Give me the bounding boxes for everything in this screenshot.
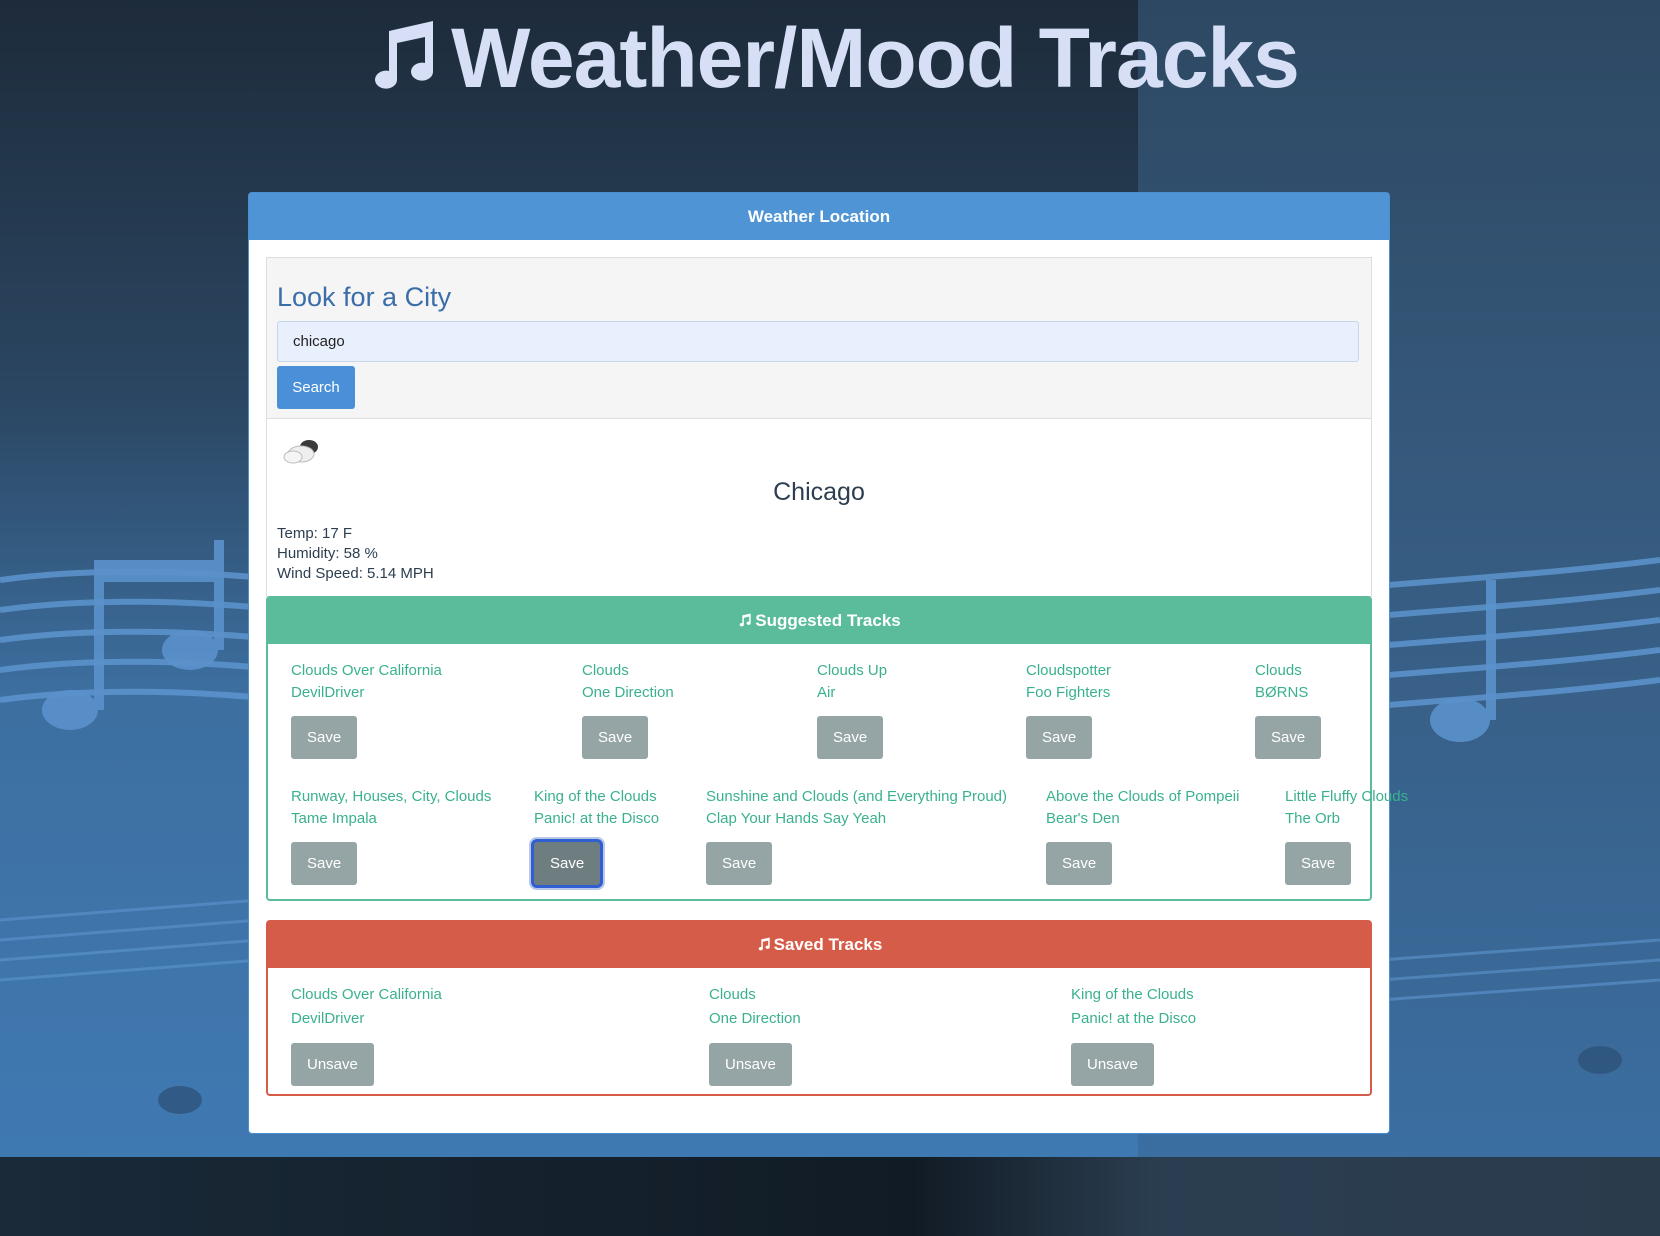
save-button[interactable]: Save xyxy=(1026,716,1093,759)
track-title: Sunshine and Clouds (and Everything Prou… xyxy=(706,788,1008,805)
weather-city-name: Chicago xyxy=(773,478,865,506)
weather-display: Chicago Temp: 17 F Humidity: 58 % Wind S… xyxy=(266,418,1372,597)
unsave-button[interactable]: Unsave xyxy=(291,1043,374,1086)
track-artist: One Direction xyxy=(709,1010,801,1027)
track-title: King of the Clouds xyxy=(1071,986,1194,1003)
weather-location-card: Weather Location Look for a City Search … xyxy=(248,192,1408,1134)
suggested-track: Clouds Over California DevilDriver Save xyxy=(291,660,442,759)
track-artist: Clap Your Hands Say Yeah xyxy=(706,810,887,827)
weather-location-header: Weather Location xyxy=(249,193,1389,240)
track-artist: Panic! at the Disco xyxy=(534,810,660,827)
track-title: Clouds xyxy=(1255,662,1302,679)
saved-tracks-header: Saved Tracks xyxy=(268,922,1370,968)
track-artist: Foo Fighters xyxy=(1026,684,1111,701)
track-title: Clouds Up xyxy=(817,662,888,679)
track-artist: BØRNS xyxy=(1255,684,1309,701)
track-title: Clouds Over California xyxy=(291,986,442,1003)
unsave-button[interactable]: Unsave xyxy=(1071,1043,1154,1086)
track-artist: Panic! at the Disco xyxy=(1071,1010,1197,1027)
weather-wind-speed: Wind Speed: 5.14 MPH xyxy=(277,565,434,582)
cloudy-icon xyxy=(281,436,325,471)
search-title: Look for a City xyxy=(277,282,452,312)
track-artist: DevilDriver xyxy=(291,1010,365,1027)
save-button[interactable]: Save xyxy=(1285,842,1352,885)
suggested-track: Runway, Houses, City, Clouds Tame Impala… xyxy=(291,786,491,885)
track-artist: Air xyxy=(817,684,836,701)
save-button[interactable]: Save xyxy=(534,842,601,885)
track-title: Clouds Over California xyxy=(291,662,442,679)
saved-tracks-title: Saved Tracks xyxy=(773,935,883,954)
suggested-track: Sunshine and Clouds (and Everything Prou… xyxy=(706,786,1007,885)
suggested-track: Little Fluffy Clouds The Orb Save xyxy=(1285,786,1408,885)
suggested-tracks-panel: Suggested Tracks Clouds Over California … xyxy=(266,596,1408,901)
save-button[interactable]: Save xyxy=(817,716,884,759)
saved-track: Clouds Over California DevilDriver Unsav… xyxy=(291,983,442,1086)
weather-stats: Temp: 17 F Humidity: 58 % Wind Speed: 5.… xyxy=(277,524,434,584)
track-title: Little Fluffy Clouds xyxy=(1285,788,1409,805)
app-title-text: Weather/Mood Tracks xyxy=(451,11,1300,105)
saved-track: King of the Clouds Panic! at the Disco U… xyxy=(1071,983,1196,1086)
search-button[interactable]: Search xyxy=(277,366,355,409)
save-button[interactable]: Save xyxy=(706,842,773,885)
track-title: Cloudspotter xyxy=(1026,662,1112,679)
track-title: Runway, Houses, City, Clouds xyxy=(291,788,492,805)
track-artist: DevilDriver xyxy=(291,684,365,701)
suggested-tracks-title: Suggested Tracks xyxy=(755,611,901,630)
suggested-track: Cloudspotter Foo Fighters Save xyxy=(1026,660,1111,759)
saved-tracks-panel: Saved Tracks Clouds Over California Devi… xyxy=(266,920,1372,1096)
save-button[interactable]: Save xyxy=(1046,842,1113,885)
saved-track: Clouds One Direction Unsave xyxy=(709,983,801,1086)
music-note-icon xyxy=(361,13,445,117)
suggested-track: King of the Clouds Panic! at the Disco S… xyxy=(534,786,659,885)
track-artist: The Orb xyxy=(1285,810,1341,827)
weather-temp: Temp: 17 F xyxy=(277,525,353,542)
suggested-track: Clouds Up Air Save xyxy=(817,660,887,759)
unsave-button[interactable]: Unsave xyxy=(709,1043,792,1086)
track-title: Clouds xyxy=(709,986,756,1003)
search-section: Look for a City Search xyxy=(266,257,1372,419)
track-artist: Bear's Den xyxy=(1046,810,1120,827)
background-bottom xyxy=(0,1157,1660,1236)
music-note-icon xyxy=(737,600,753,646)
music-note-icon xyxy=(756,924,772,970)
save-button[interactable]: Save xyxy=(582,716,649,759)
track-title: Clouds xyxy=(582,662,629,679)
weather-humidity: Humidity: 58 % xyxy=(277,545,378,562)
save-button[interactable]: Save xyxy=(291,842,358,885)
track-artist: One Direction xyxy=(582,684,674,701)
suggested-track: Clouds BØRNS Save xyxy=(1255,660,1322,759)
suggested-tracks-header: Suggested Tracks xyxy=(268,598,1370,644)
city-search-input[interactable] xyxy=(277,321,1359,362)
track-title: King of the Clouds xyxy=(534,788,657,805)
suggested-track: Clouds One Direction Save xyxy=(582,660,674,759)
app-title: Weather/Mood Tracks xyxy=(0,10,1660,117)
save-button[interactable]: Save xyxy=(1255,716,1322,759)
track-artist: Tame Impala xyxy=(291,810,377,827)
track-title: Above the Clouds of Pompeii xyxy=(1046,788,1240,805)
save-button[interactable]: Save xyxy=(291,716,358,759)
suggested-track: Above the Clouds of Pompeii Bear's Den S… xyxy=(1046,786,1239,885)
